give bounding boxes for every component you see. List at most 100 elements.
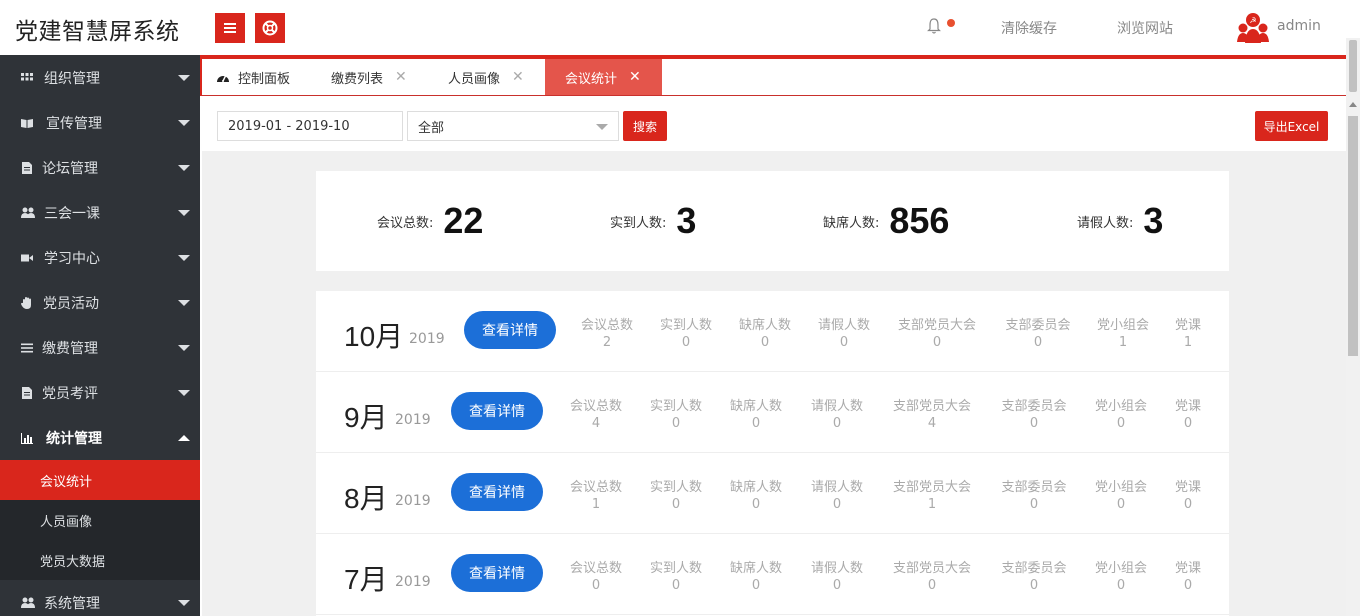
stat-cell: 会议总数 1 bbox=[570, 479, 622, 513]
sidebar-item-forum[interactable]: 论坛管理 bbox=[0, 145, 200, 190]
stat-cell-value: 0 bbox=[1116, 416, 1126, 431]
bell-icon[interactable] bbox=[926, 17, 942, 35]
menu-toggle-button[interactable] bbox=[215, 13, 245, 43]
month-row: 10月 2019 查看详情 会议总数 2 实到人数 0 缺席人数 0 请假人数 0 支部党员大会 0 支部… bbox=[316, 291, 1229, 372]
avatar-icon[interactable]: ☭ bbox=[1236, 12, 1270, 44]
file-icon bbox=[20, 161, 34, 175]
stat-cell: 党小组会 0 bbox=[1095, 398, 1147, 432]
help-button[interactable] bbox=[255, 13, 285, 43]
month-row: 9月 2019 查看详情 会议总数 4 实到人数 0 缺席人数 0 请假人数 0 支部党员大会 4 支部委… bbox=[316, 372, 1229, 453]
scrollbar-thumb[interactable] bbox=[1349, 40, 1357, 92]
stat-cell-label: 党小组会 bbox=[1096, 318, 1150, 333]
chevron-down-icon bbox=[178, 254, 190, 261]
search-button[interactable]: 搜索 bbox=[623, 111, 667, 141]
sidebar-item-learning[interactable]: 学习中心 bbox=[0, 235, 200, 280]
tab-meeting-stats[interactable]: 会议统计 ✕ bbox=[545, 59, 662, 95]
stat-cell-label: 党课 bbox=[1174, 561, 1202, 576]
close-icon[interactable]: ✕ bbox=[395, 69, 407, 85]
sidebar-item-evaluation[interactable]: 党员考评 bbox=[0, 370, 200, 415]
stat-cell-value: 0 bbox=[1029, 497, 1039, 512]
stat-cell-label: 党小组会 bbox=[1094, 561, 1148, 576]
summary-panel: 会议总数: 22 实到人数: 3 缺席人数: 856 请假人数: 3 bbox=[316, 171, 1229, 271]
stat-cell-label: 请假人数 bbox=[817, 318, 871, 333]
stat-cell-label: 支部委员会 bbox=[1005, 318, 1071, 333]
year-label: 2019 bbox=[395, 574, 431, 590]
year-label: 2019 bbox=[395, 493, 431, 509]
scroll-up-icon[interactable] bbox=[1349, 102, 1357, 107]
sidebar-item-org[interactable]: 组织管理 bbox=[0, 55, 200, 100]
stat-cell: 请假人数 0 bbox=[818, 317, 870, 351]
tab-person-portrait[interactable]: 人员画像 ✕ bbox=[448, 59, 524, 95]
stat-cell-label: 党小组会 bbox=[1094, 480, 1148, 495]
stat-cell: 支部党员大会 0 bbox=[893, 560, 971, 594]
tab-fee-list[interactable]: 缴费列表 ✕ bbox=[331, 59, 407, 95]
stat-cell: 党课 1 bbox=[1175, 317, 1201, 351]
sidebar-item-label: 系统管理 bbox=[44, 595, 100, 612]
stat-cell: 支部党员大会 4 bbox=[893, 398, 971, 432]
stat-cell-value: 4 bbox=[591, 416, 601, 431]
month-row: 8月 2019 查看详情 会议总数 1 实到人数 0 缺席人数 0 请假人数 0 支部党员大会 1 支部委… bbox=[316, 453, 1229, 534]
chevron-up-icon bbox=[178, 434, 190, 441]
stat-cell: 会议总数 0 bbox=[570, 560, 622, 594]
stat-cell-value: 0 bbox=[832, 497, 842, 512]
close-icon[interactable]: ✕ bbox=[629, 69, 641, 85]
date-range-input[interactable]: 2019-01 - 2019-10 bbox=[217, 111, 403, 141]
sidebar-item-publicity[interactable]: 宣传管理 bbox=[0, 100, 200, 145]
sidebar-item-system[interactable]: 系统管理 bbox=[0, 580, 200, 616]
year-label: 2019 bbox=[409, 331, 445, 347]
stat-cell-label: 缺席人数 bbox=[729, 561, 783, 576]
view-detail-button[interactable]: 查看详情 bbox=[451, 473, 543, 511]
view-detail-button[interactable]: 查看详情 bbox=[464, 311, 556, 349]
month-label: 9月 bbox=[344, 402, 388, 433]
sidebar-item-fees[interactable]: 缴费管理 bbox=[0, 325, 200, 370]
sidebar-item-label: 统计管理 bbox=[46, 430, 102, 447]
users-icon bbox=[20, 206, 35, 220]
stat-cell-value: 1 bbox=[591, 497, 601, 512]
view-detail-button[interactable]: 查看详情 bbox=[451, 554, 543, 592]
chevron-down-icon bbox=[178, 74, 190, 81]
sidebar-item-meetings[interactable]: 三会一课 bbox=[0, 190, 200, 235]
top-scrollbar[interactable] bbox=[1346, 38, 1360, 96]
close-icon[interactable]: ✕ bbox=[512, 69, 524, 85]
sidebar-sub-member-bigdata[interactable]: 党员大数据 bbox=[0, 540, 200, 580]
video-icon bbox=[20, 251, 34, 265]
username[interactable]: admin bbox=[1277, 18, 1321, 34]
stat-value: 856 bbox=[889, 200, 950, 241]
stat-cell: 缺席人数 0 bbox=[730, 398, 782, 432]
stat-cell-value: 0 bbox=[927, 578, 937, 593]
clear-cache-link[interactable]: 清除缓存 bbox=[1001, 18, 1057, 38]
sidebar-item-statistics[interactable]: 统计管理 bbox=[0, 415, 200, 460]
chevron-down-icon bbox=[178, 599, 190, 606]
stat-value: 22 bbox=[443, 200, 484, 241]
stat-cell-value: 0 bbox=[671, 578, 681, 593]
stat-cell: 请假人数 0 bbox=[811, 560, 863, 594]
stat-cell-value: 0 bbox=[671, 497, 681, 512]
sidebar-sub-meeting-stats[interactable]: 会议统计 bbox=[0, 460, 200, 500]
category-select[interactable]: 全部 bbox=[407, 111, 619, 141]
tab-dashboard[interactable]: 控制面板 bbox=[216, 59, 290, 95]
export-excel-button[interactable]: 导出Excel bbox=[1255, 111, 1328, 141]
browse-site-link[interactable]: 浏览网站 bbox=[1117, 18, 1173, 38]
main-scrollbar[interactable] bbox=[1346, 96, 1360, 616]
lifebuoy-icon bbox=[262, 20, 278, 36]
sidebar-item-label: 学习中心 bbox=[44, 250, 100, 267]
stat-cell-label: 支部委员会 bbox=[1001, 480, 1067, 495]
stat-cell-label: 会议总数 bbox=[569, 480, 623, 495]
view-detail-button[interactable]: 查看详情 bbox=[451, 392, 543, 430]
sidebar-item-activities[interactable]: 党员活动 bbox=[0, 280, 200, 325]
stat-cell: 会议总数 4 bbox=[570, 398, 622, 432]
stat-cell-label: 缺席人数 bbox=[729, 480, 783, 495]
stat-absent: 缺席人数: 856 bbox=[823, 199, 949, 243]
stat-cell: 支部委员会 0 bbox=[1001, 560, 1066, 594]
file-icon bbox=[20, 386, 34, 400]
stat-cell-label: 支部党员大会 bbox=[897, 318, 977, 333]
tab-bar: 控制面板 缴费列表 ✕ 人员画像 ✕ 会议统计 ✕ bbox=[200, 59, 1346, 96]
tab-label: 缴费列表 bbox=[331, 71, 384, 87]
notification-dot bbox=[947, 19, 955, 27]
scrollbar-thumb[interactable] bbox=[1348, 116, 1358, 356]
stat-cell: 党小组会 0 bbox=[1095, 560, 1147, 594]
stat-label: 实到人数: bbox=[610, 215, 667, 231]
stat-cell-value: 1 bbox=[1183, 335, 1193, 350]
stat-cell-label: 缺席人数 bbox=[738, 318, 792, 333]
sidebar-sub-person-portrait[interactable]: 人员画像 bbox=[0, 500, 200, 540]
